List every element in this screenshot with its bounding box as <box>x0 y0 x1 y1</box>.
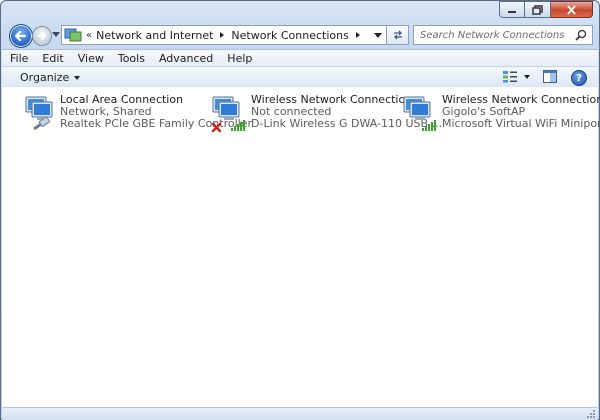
menu-tools[interactable]: Tools <box>112 52 151 65</box>
connections-list: Local Area Connection Network, Shared Re… <box>2 87 600 407</box>
menu-help[interactable]: Help <box>221 52 258 65</box>
help-button[interactable]: ? <box>571 70 587 86</box>
signal-bars-icon <box>422 120 436 131</box>
list-item-wireless-network-connection-3[interactable]: Wireless Network Connection 3 Gigolo's S… <box>402 93 600 133</box>
network-connections-icon <box>64 28 82 42</box>
refresh-button[interactable] <box>387 25 409 45</box>
recent-pages-dropdown[interactable] <box>52 32 60 37</box>
list-item-wireless-network-connection[interactable]: Wireless Network Connection Not connecte… <box>211 93 442 133</box>
wireless-network-icon <box>403 96 436 131</box>
search-box[interactable] <box>413 25 593 45</box>
minimize-icon <box>508 10 516 13</box>
search-icon[interactable] <box>575 29 587 41</box>
wired-network-icon <box>25 96 53 131</box>
menu-bar: File Edit View Tools Advanced Help <box>2 49 598 67</box>
forward-arrow-icon <box>37 32 46 40</box>
back-button[interactable] <box>9 24 33 48</box>
change-view-button[interactable] <box>502 70 530 83</box>
explorer-window: « Network and Internet Network Connectio… <box>0 0 600 420</box>
menu-edit[interactable]: Edit <box>36 52 69 65</box>
connection-details: Wireless Network Connection 3 Gigolo's S… <box>442 94 600 130</box>
wireless-network-icon <box>211 96 245 133</box>
organize-label: Organize <box>20 71 70 84</box>
view-options-icon <box>503 71 517 83</box>
menu-advanced[interactable]: Advanced <box>153 52 219 65</box>
close-icon <box>567 4 576 15</box>
preview-pane-icon <box>543 70 557 83</box>
preview-pane-button[interactable] <box>543 70 557 86</box>
status-bar <box>2 407 598 420</box>
chevron-right-icon[interactable] <box>352 30 364 40</box>
menu-view[interactable]: View <box>72 52 110 65</box>
chevron-right-icon[interactable] <box>216 30 228 40</box>
resize-grip-icon[interactable] <box>586 409 596 419</box>
address-history-dropdown[interactable] <box>374 33 382 38</box>
address-bar[interactable]: « Network and Internet Network Connectio… <box>61 25 387 45</box>
chevron-down-icon <box>524 74 530 79</box>
close-button[interactable] <box>551 1 593 18</box>
forward-button[interactable] <box>32 26 52 46</box>
caption-buttons <box>499 1 593 19</box>
command-bar: Organize ? <box>2 66 598 88</box>
organize-button[interactable]: Organize <box>20 71 81 84</box>
red-x-icon <box>211 122 222 133</box>
back-arrow-icon <box>14 30 27 42</box>
search-input[interactable] <box>418 28 572 42</box>
chevron-down-icon <box>74 75 81 80</box>
connection-device: Microsoft Virtual WiFi Miniport A... <box>442 117 600 130</box>
menu-file[interactable]: File <box>4 52 34 65</box>
breadcrumb-network-connections[interactable]: Network Connections <box>231 29 348 42</box>
refresh-icon <box>393 30 402 40</box>
restore-icon <box>532 4 543 15</box>
signal-bars-icon <box>231 120 245 131</box>
breadcrumb-network-and-internet[interactable]: Network and Internet <box>96 29 213 42</box>
maximize-button[interactable] <box>525 1 551 18</box>
minimize-button[interactable] <box>499 1 525 18</box>
overflow-crumb[interactable]: « <box>86 30 92 41</box>
help-icon: ? <box>576 72 582 84</box>
list-item-local-area-connection[interactable]: Local Area Connection Network, Shared Re… <box>20 93 252 133</box>
